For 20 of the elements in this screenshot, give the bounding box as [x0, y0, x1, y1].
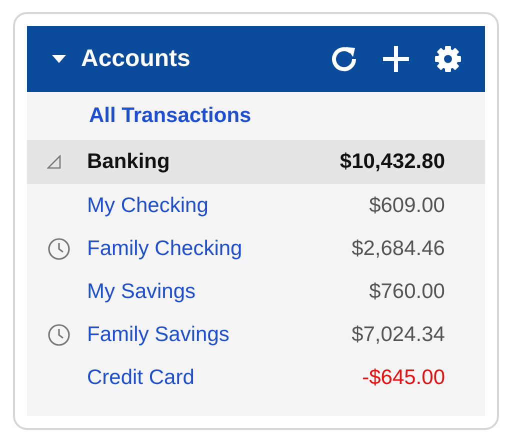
account-balance: $760.00	[369, 280, 445, 304]
account-balance: $2,684.46	[352, 236, 445, 260]
account-balance: $609.00	[369, 194, 445, 218]
expander-icon[interactable]	[47, 155, 61, 169]
refresh-icon[interactable]	[329, 44, 359, 74]
panel-title: Accounts	[81, 45, 192, 73]
settings-icon[interactable]	[433, 44, 463, 74]
group-total: $10,432.80	[340, 150, 445, 174]
account-balance: $7,024.34	[352, 322, 445, 346]
account-link[interactable]: Credit Card	[87, 366, 362, 390]
group-row[interactable]: Banking $10,432.80	[27, 140, 485, 184]
account-balance: -$645.00	[362, 366, 445, 390]
account-link[interactable]: My Checking	[87, 194, 370, 218]
account-link[interactable]: My Savings	[87, 280, 370, 304]
account-link[interactable]: Family Checking	[87, 236, 352, 260]
account-link[interactable]: Family Savings	[87, 322, 352, 346]
add-icon[interactable]	[381, 44, 411, 74]
group-name: Banking	[87, 150, 171, 174]
all-transactions-link[interactable]: All Transactions	[27, 92, 485, 140]
caret-icon[interactable]	[51, 54, 67, 64]
